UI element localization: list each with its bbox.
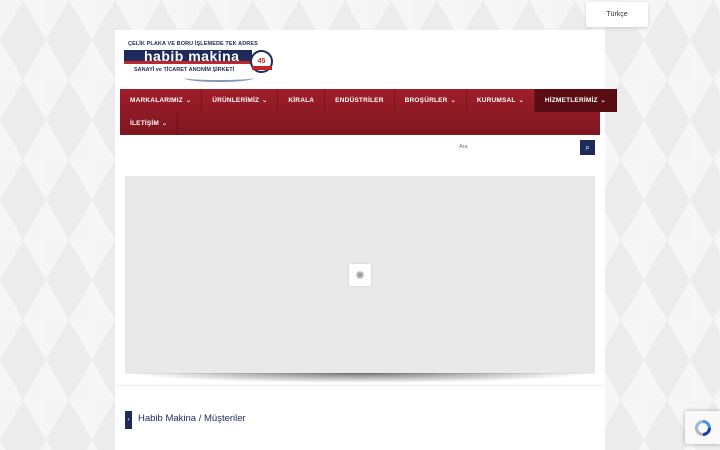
nav-item-label: KİRALA [288, 97, 315, 104]
nav-row-secondary: İLETİŞİM ⌄ [120, 112, 600, 135]
search-icon: ⌕ [585, 142, 590, 152]
language-selector[interactable]: Türkçe [586, 2, 648, 27]
nav-item-ki-rala[interactable]: KİRALA [278, 89, 326, 112]
section-divider [115, 385, 605, 386]
nav-item-endüstri-ler[interactable]: ENDÜSTRİLER [325, 89, 395, 112]
chevron-down-icon: ⌄ [162, 121, 168, 127]
page-container: ÇELİK PLAKA VE BORU İŞLEMEDE TEK ADRES h… [115, 30, 617, 450]
breadcrumb-separator: / [196, 413, 205, 424]
slider-shadow [129, 373, 591, 383]
breadcrumb-home-link[interactable]: Habib Makina [138, 413, 196, 424]
logo-badge-ribbon [252, 66, 272, 70]
nav-row-primary: MARKALARIMIZ ⌄ ÜRÜNLERİMİZ ⌄ KİRALA ENDÜSTRİL… [120, 89, 617, 112]
nav-item-label: ENDÜSTRİLER [335, 97, 384, 104]
site-logo[interactable]: ÇELİK PLAKA VE BORU İŞLEMEDE TEK ADRES h… [124, 40, 274, 82]
nav-item-label: İLETİŞİM [130, 120, 160, 127]
logo-name: habib makina [144, 48, 240, 64]
nav-item-label: HİZMETLERİMİZ [544, 97, 598, 104]
recaptcha-badge[interactable] [685, 411, 720, 444]
chevron-down-icon: ⌄ [262, 98, 268, 104]
breadcrumb: Habib Makina / Müşteriler [138, 413, 246, 424]
nav-item-hi-zmetleri-mi-z[interactable]: HİZMETLERİMİZ ⌄ [534, 89, 617, 112]
chevron-down-icon: ⌄ [185, 98, 192, 104]
chevron-down-icon: ⌄ [518, 98, 524, 104]
breadcrumb-current: Müşteriler [204, 413, 246, 424]
search-button[interactable]: ⌕ [580, 140, 595, 155]
nav-item-broşürler[interactable]: BROŞÜRLER ⌄ [395, 89, 467, 112]
nav-item-kurumsal[interactable]: KURUMSAL ⌄ [467, 89, 535, 112]
chevron-down-icon: ⌄ [450, 98, 456, 104]
logo-subtitle: SANAYİ ve TİCARET ANONİM ŞİRKETİ [134, 67, 235, 73]
nav-item-label: BROŞÜRLER [404, 97, 448, 104]
chevron-down-icon: ⌄ [600, 98, 606, 104]
nav-item-ürünleri-mi-z[interactable]: ÜRÜNLERİMİZ ⌄ [202, 89, 279, 112]
logo-swoosh [184, 74, 254, 82]
loading-spinner-icon: ✺ [349, 264, 371, 286]
hero-slider: ✺ [125, 176, 595, 374]
nav-item-label: KURUMSAL [476, 97, 516, 104]
nav-item-i-leti-şi-m[interactable]: İLETİŞİM ⌄ [120, 112, 179, 135]
search-input[interactable] [455, 140, 579, 154]
main-navigation: MARKALARIMIZ ⌄ ÜRÜNLERİMİZ ⌄ KİRALA ENDÜSTRİL… [120, 89, 617, 135]
nav-item-label: ÜRÜNLERİMİZ [212, 97, 260, 104]
breadcrumb-marker-icon: › [125, 411, 132, 429]
recaptcha-icon [694, 419, 711, 436]
logo-tagline: ÇELİK PLAKA VE BORU İŞLEMEDE TEK ADRES [128, 41, 258, 47]
nav-item-label: MARKALARIMIZ [130, 97, 183, 104]
nav-item-markalarimiz[interactable]: MARKALARIMIZ ⌄ [120, 89, 203, 112]
